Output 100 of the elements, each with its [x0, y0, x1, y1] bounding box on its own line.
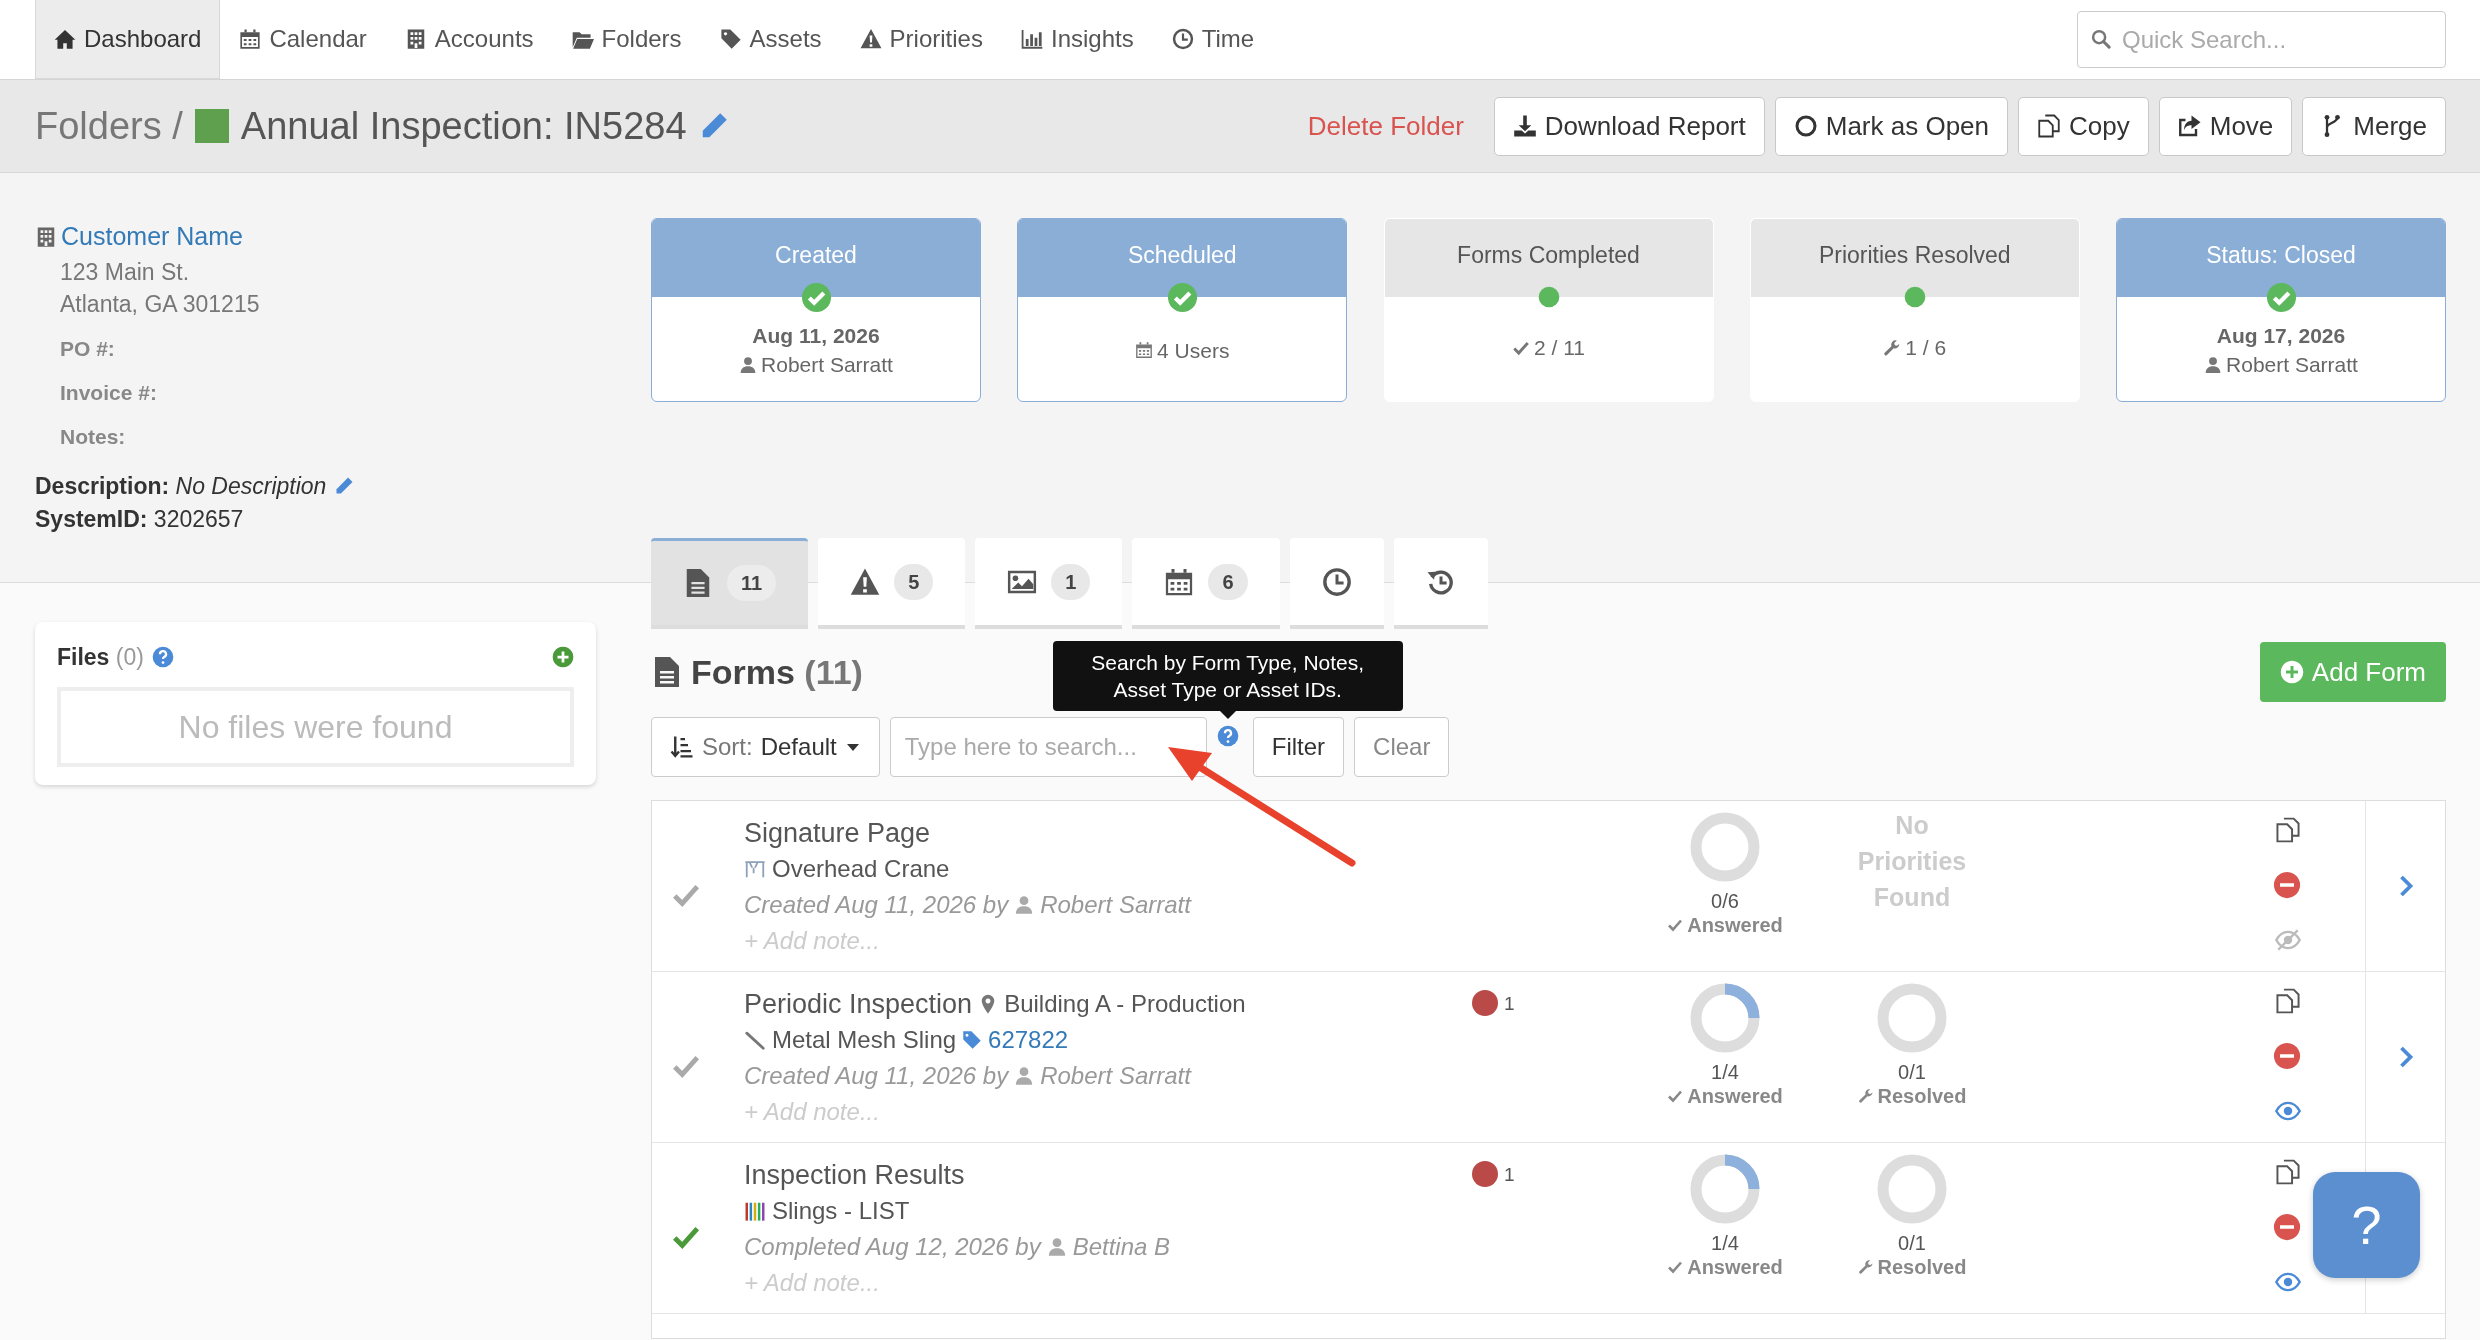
- nav-tab[interactable]: Assets: [700, 0, 841, 79]
- action-button[interactable]: Merge: [2302, 96, 2446, 156]
- system-id-text: SystemID: 3202657: [35, 504, 245, 534]
- nav-tab[interactable]: Priorities: [840, 0, 1002, 79]
- nav-tab[interactable]: Folders: [552, 0, 701, 79]
- empty-message: No files were found: [57, 686, 574, 767]
- action-button[interactable]: Move: [2158, 96, 2293, 156]
- progress-label: Answered: [1687, 913, 1783, 937]
- help-icon[interactable]: [151, 646, 174, 669]
- check-circle-icon: [800, 282, 832, 313]
- field-label: PO #:: [59, 335, 116, 362]
- status-card-header: Priorities Resolved: [1750, 219, 2079, 297]
- calendar-icon: [1164, 566, 1195, 597]
- filter-button[interactable]: Filter: [1252, 717, 1345, 777]
- clear-button[interactable]: Clear: [1354, 717, 1450, 777]
- search-field[interactable]: Type here to search...: [889, 717, 1207, 777]
- nav-tab[interactable]: Dashboard: [35, 0, 221, 79]
- user-icon: [739, 355, 758, 374]
- wrench-icon: [1857, 1259, 1874, 1275]
- nav-tab[interactable]: Calendar: [220, 0, 386, 79]
- copy-icon: [2037, 114, 2061, 138]
- copy-icon[interactable]: [2275, 817, 2301, 843]
- status-card-header: Status: Closed: [2117, 219, 2445, 297]
- check-circle-icon: [1166, 282, 1198, 313]
- search-field[interactable]: Quick Search...: [2077, 11, 2446, 68]
- action-button[interactable]: Download Report: [1493, 96, 1765, 156]
- building-icon: [35, 225, 57, 248]
- tags-icon: [719, 28, 742, 50]
- status-detail: Robert Sarratt: [761, 352, 893, 378]
- status-card-header: Created: [652, 219, 980, 297]
- crane-icon: [744, 858, 766, 880]
- help-icon[interactable]: [1216, 725, 1239, 747]
- form-title[interactable]: Inspection Results: [744, 1157, 965, 1193]
- created-text: Completed Aug 12, 2026 by: [744, 1232, 1041, 1262]
- status-detail: Robert Sarratt: [2226, 352, 2358, 378]
- status-detail: 4 Users: [1157, 337, 1230, 364]
- progress-label: Resolved: [1877, 1255, 1967, 1279]
- action-button[interactable]: Mark as Open: [1774, 96, 2008, 156]
- search-icon: [2091, 29, 2111, 49]
- form-title[interactable]: Signature Page: [744, 815, 931, 851]
- created-text: Created Aug 11, 2026 by: [744, 890, 1009, 920]
- priority-dot: [1472, 990, 1498, 1016]
- bar-chart-icon: [1020, 28, 1043, 50]
- sort-icon: [670, 735, 694, 759]
- tooltip: Search by Form Type, Notes, Asset Type or Asset IDs.: [1052, 641, 1403, 719]
- remove-icon[interactable]: [2273, 1213, 2301, 1241]
- asset-name: Slings - LIST: [772, 1196, 910, 1226]
- count-badge: 5: [894, 563, 934, 600]
- status-dot-icon: [1903, 286, 1926, 308]
- status-card-header: Scheduled: [1018, 219, 1347, 297]
- progress-count: 0/1: [1898, 1231, 1926, 1255]
- status-dot-icon: [1537, 286, 1560, 308]
- breadcrumb-link[interactable]: Folders /: [35, 97, 183, 155]
- user-name: Robert Sarratt: [1040, 890, 1191, 920]
- remove-icon[interactable]: [2273, 1042, 2301, 1070]
- nav-tab[interactable]: Insights: [1001, 0, 1153, 79]
- form-title[interactable]: Periodic Inspection: [744, 986, 973, 1022]
- warning-icon: [850, 566, 881, 597]
- asset-id-link[interactable]: 627822: [988, 1022, 1069, 1058]
- files-title: Files (0): [57, 643, 144, 672]
- remove-icon[interactable]: [2273, 871, 2301, 899]
- sling-icon: [744, 1029, 766, 1051]
- user-name: Bettina B: [1072, 1232, 1171, 1262]
- status-detail: 2 / 11: [1534, 335, 1585, 361]
- status-date: Aug 17, 2026: [2216, 323, 2346, 349]
- status-detail: 1 / 6: [1905, 335, 1947, 361]
- copy-icon[interactable]: [2275, 988, 2301, 1014]
- wrench-icon: [1857, 1088, 1874, 1104]
- download-icon: [1512, 114, 1537, 138]
- progress-count: 1/4: [1711, 1060, 1739, 1084]
- check-circle-icon: [2265, 282, 2297, 313]
- eye-slash-icon[interactable]: [2275, 927, 2301, 953]
- user-icon: [2204, 355, 2223, 374]
- asset-name: Metal Mesh Sling: [772, 1025, 957, 1055]
- edit-icon[interactable]: [334, 476, 355, 496]
- status-card-header: Forms Completed: [1384, 219, 1713, 297]
- clock-icon: [1171, 28, 1194, 50]
- progress-count: 0/6: [1711, 889, 1739, 913]
- address-line: 123 Main St.: [59, 257, 191, 287]
- folder-color-swatch: [194, 109, 229, 143]
- copy-icon[interactable]: [2275, 1159, 2301, 1185]
- add-icon[interactable]: [552, 646, 574, 669]
- calendar-icon: [239, 28, 262, 50]
- home-icon: [54, 28, 76, 50]
- customer-link[interactable]: Customer Name: [61, 218, 243, 256]
- field-label: Notes:: [59, 423, 127, 450]
- created-text: Created Aug 11, 2026 by: [744, 1061, 1009, 1091]
- tag-icon: [962, 1030, 983, 1050]
- check-icon: [1667, 917, 1684, 933]
- status-date: Aug 11, 2026: [752, 323, 880, 349]
- priority-count: 1: [1504, 992, 1515, 1016]
- circle-icon: [1793, 114, 1818, 138]
- action-button[interactable]: Copy: [2018, 96, 2149, 156]
- description-text: Description: No Description: [35, 471, 327, 501]
- location-text: Building A - Production: [1004, 989, 1246, 1019]
- share-icon: [2177, 114, 2202, 138]
- sort-dropdown[interactable]: Sort: Default: [651, 717, 880, 777]
- nav-tab[interactable]: Time: [1152, 0, 1274, 79]
- user-name: Robert Sarratt: [1040, 1061, 1191, 1091]
- nav-tab[interactable]: Accounts: [385, 0, 553, 79]
